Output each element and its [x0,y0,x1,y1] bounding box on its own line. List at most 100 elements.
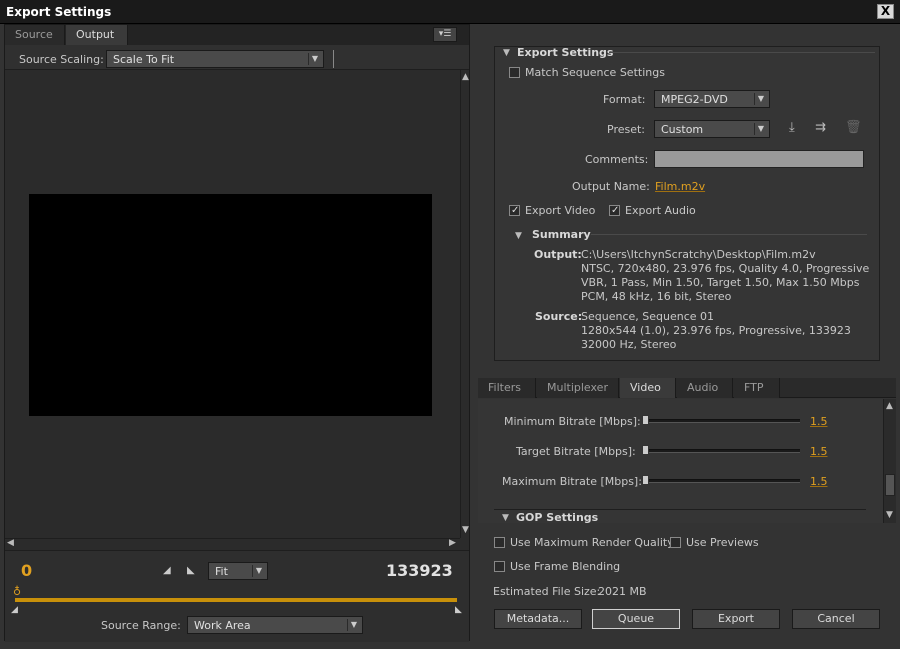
min-bitrate-value[interactable]: 1.5 [810,415,828,428]
source-range-dropdown[interactable]: Work Area ▼ [187,616,363,634]
comments-field[interactable] [654,150,864,168]
preview-scrollbar[interactable]: ▲ ▼ [460,70,469,538]
set-in-point-icon[interactable]: ◢ [163,565,171,576]
target-bitrate-value[interactable]: 1.5 [810,445,828,458]
summary-output-line: C:\Users\ItchynScratchy\Desktop\Film.m2v [581,248,816,261]
gop-heading: GOP Settings [516,511,599,523]
tab-filters[interactable]: Filters [478,378,536,398]
delete-preset-icon[interactable]: 🗑 [845,120,862,135]
source-scaling-value: Scale To Fit [113,53,175,66]
scroll-right-icon[interactable]: ▶ [449,538,456,548]
title-bar: Export Settings X [0,0,900,24]
set-out-point-icon[interactable]: ◣ [187,565,195,576]
preset-value: Custom [661,123,704,136]
output-name-link[interactable]: Film.m2v [655,180,705,193]
divider [591,234,867,235]
max-bitrate-value[interactable]: 1.5 [810,475,828,488]
tab-ftp[interactable]: FTP [734,378,780,398]
summary-output-line: NTSC, 720x480, 23.976 fps, Quality 4.0, … [581,262,870,275]
target-bitrate-label: Target Bitrate [Mbps]: [516,445,636,458]
collapse-triangle-icon[interactable]: ▼ [502,513,509,523]
export-button[interactable]: Export [692,609,780,629]
import-preset-icon[interactable]: ⇉ [815,120,826,135]
metadata-button[interactable]: Metadata... [494,609,582,629]
export-audio-label: Export Audio [625,204,696,217]
max-bitrate-label: Maximum Bitrate [Mbps]: [502,475,642,488]
match-sequence-checkbox[interactable] [509,67,520,78]
format-dropdown[interactable]: MPEG2-DVD ▼ [654,90,770,108]
zoom-dropdown[interactable]: Fit ▼ [208,562,268,580]
estimated-size-label: Estimated File Size: [493,585,601,598]
summary-source-line: 1280x544 (1.0), 23.976 fps, Progressive,… [581,324,851,337]
chevron-down-icon: ▼ [754,93,767,105]
panel-menu-icon[interactable]: ▾☰ [433,27,457,42]
start-frame: 0 [21,561,33,580]
close-button[interactable]: X [877,4,894,19]
max-render-quality-checkbox[interactable] [494,537,505,548]
max-bitrate-slider[interactable] [644,479,800,483]
playhead-icon[interactable]: ♁ [13,585,22,598]
source-range-value: Work Area [194,619,251,632]
preview-tabs: Source Output ▾☰ [5,25,469,45]
save-preset-icon[interactable]: ⤓ [789,120,795,135]
settings-scrollbar[interactable]: ▲ ▼ [883,399,896,523]
tab-multiplexer[interactable]: Multiplexer [537,378,619,398]
source-scaling-dropdown[interactable]: Scale To Fit ▼ [106,50,324,68]
collapse-triangle-icon[interactable]: ▼ [503,48,510,58]
match-sequence-label: Match Sequence Settings [525,66,665,79]
export-audio-checkbox[interactable] [609,205,620,216]
scroll-up-icon[interactable]: ▲ [462,72,469,82]
cancel-button[interactable]: Cancel [792,609,880,629]
max-bitrate-thumb[interactable] [642,475,649,485]
scaling-row: Source Scaling: Scale To Fit ▼ [5,45,469,70]
scroll-thumb[interactable] [885,474,895,496]
frame-blending-label: Use Frame Blending [510,560,621,573]
settings-panel: ▼ Export Settings Match Sequence Setting… [478,24,896,641]
format-label: Format: [603,93,646,106]
source-range-label: Source Range: [101,619,181,632]
summary-source-label: Source: [535,310,583,323]
tab-output[interactable]: Output [66,25,128,45]
queue-button[interactable]: Queue [592,609,680,629]
divider [333,50,334,68]
collapse-triangle-icon[interactable]: ▼ [515,231,522,241]
target-bitrate-slider[interactable] [644,449,800,453]
chevron-down-icon: ▼ [347,619,360,631]
min-bitrate-thumb[interactable] [642,415,649,425]
target-bitrate-thumb[interactable] [642,445,649,455]
video-preview [29,194,432,416]
timeline-range-bar[interactable] [15,598,457,602]
export-settings-heading: Export Settings [517,46,614,59]
preview-hscrollbar[interactable]: ◀ ▶ [5,538,460,548]
scroll-up-icon[interactable]: ▲ [886,401,893,411]
max-render-quality-label: Use Maximum Render Quality [510,536,674,549]
summary-output-line: PCM, 48 kHz, 16 bit, Stereo [581,290,732,303]
summary-source-line: 32000 Hz, Stereo [581,338,677,351]
export-settings-group: ▼ Export Settings Match Sequence Setting… [494,46,880,361]
preset-dropdown[interactable]: Custom ▼ [654,120,770,138]
summary-output-label: Output: [534,248,582,261]
summary-source-line: Sequence, Sequence 01 [581,310,715,323]
timeline-area: 0 ◢ ◣ Fit ▼ 133923 ♁ ◢ ◣ Source Range: W… [5,550,469,642]
preset-label: Preset: [607,123,646,136]
in-point-marker-icon[interactable]: ◢ [11,605,18,615]
summary-output-block: C:\Users\ItchynScratchy\Desktop\Film.m2v… [581,248,869,304]
frame-blending-checkbox[interactable] [494,561,505,572]
use-previews-checkbox[interactable] [670,537,681,548]
comments-label: Comments: [585,153,649,166]
format-value: MPEG2-DVD [661,93,728,106]
tab-source[interactable]: Source [5,25,65,45]
tab-video[interactable]: Video [620,378,676,398]
scroll-down-icon[interactable]: ▼ [462,525,469,535]
export-video-label: Export Video [525,204,596,217]
window-title: Export Settings [6,5,112,19]
preview-panel: Source Output ▾☰ Source Scaling: Scale T… [4,24,470,642]
scroll-left-icon[interactable]: ◀ [7,538,14,548]
min-bitrate-slider[interactable] [644,419,800,423]
chevron-down-icon: ▼ [308,53,321,65]
export-video-checkbox[interactable] [509,205,520,216]
scroll-down-icon[interactable]: ▼ [886,510,893,520]
out-point-marker-icon[interactable]: ◣ [455,605,462,615]
tab-audio[interactable]: Audio [677,378,733,398]
summary-output-line: VBR, 1 Pass, Min 1.50, Target 1.50, Max … [581,276,860,289]
